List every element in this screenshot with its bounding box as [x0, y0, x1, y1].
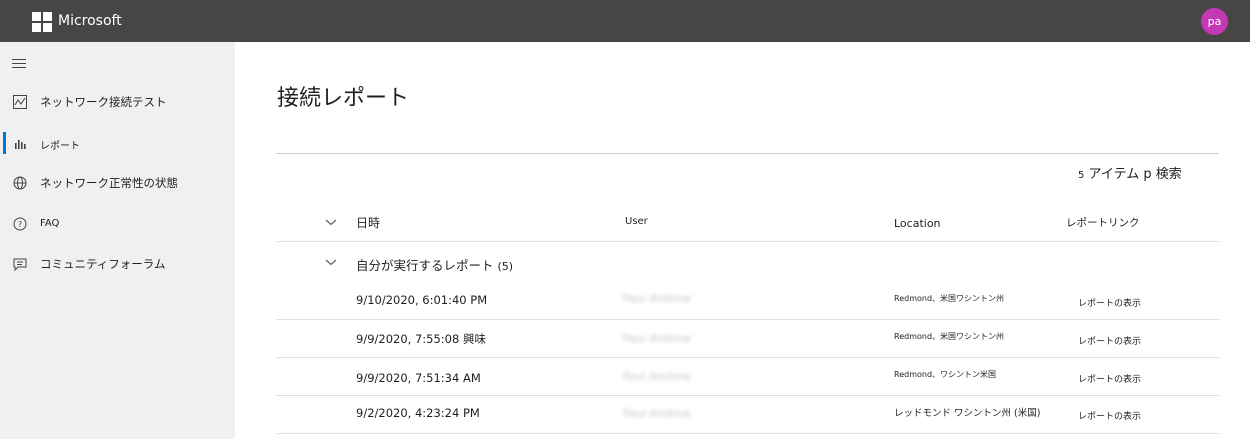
group-header[interactable]: 自分が実行するレポート (5)	[356, 255, 513, 274]
microsoft-logo-icon[interactable]	[32, 12, 52, 32]
svg-text:?: ?	[18, 220, 22, 229]
divider	[276, 357, 1219, 358]
brand-name[interactable]: Microsoft	[58, 13, 122, 29]
chevron-down-icon[interactable]	[325, 218, 337, 226]
question-circle-icon: ?	[13, 217, 27, 231]
chart-image-icon	[13, 95, 27, 109]
cell-user: Paul Andrew	[623, 292, 691, 305]
divider	[276, 433, 1219, 434]
cell-user: Paul Andrew	[623, 407, 691, 420]
cell-user: Paul Andrew	[623, 332, 691, 345]
view-report-link[interactable]: レポートの表示	[1078, 296, 1141, 309]
items-count: 5	[1078, 170, 1085, 181]
globe-health-icon	[13, 176, 27, 190]
sidebar-item-label: ネットワーク正常性の状態	[40, 176, 178, 190]
cell-datetime: 9/10/2020, 6:01:40 PM	[356, 293, 488, 307]
sidebar-item-community-forum[interactable]: コミュニティフォーラム	[0, 246, 235, 282]
cell-datetime: 9/9/2020, 7:51:34 AM	[356, 371, 481, 385]
chevron-down-icon[interactable]	[325, 258, 337, 266]
view-report-link[interactable]: レポートの表示	[1078, 334, 1141, 347]
view-report-link[interactable]: レポートの表示	[1078, 372, 1141, 385]
sidebar-item-network-health[interactable]: ネットワーク正常性の状態	[0, 165, 235, 201]
top-bar: Microsoft pa	[0, 0, 1250, 42]
active-indicator	[3, 132, 6, 154]
column-header-datetime[interactable]: 日時	[356, 214, 380, 231]
cell-location: Redmond、米国ワシントン州	[894, 294, 1005, 303]
divider	[276, 319, 1219, 320]
cell-location: Redmond、米国ワシントン州	[894, 332, 1005, 341]
column-header-location[interactable]: Location	[894, 217, 941, 230]
items-search-label: アイテム p 検索	[1088, 167, 1182, 182]
bar-chart-icon	[15, 140, 26, 149]
page-title: 接続レポート	[277, 86, 410, 111]
sidebar: ネットワーク接続テスト レポート ネットワーク正常性の状態 ? FAQ コミュニ…	[0, 42, 235, 439]
items-search[interactable]: 5 アイテム p 検索	[1078, 163, 1182, 182]
group-count: (5)	[497, 260, 514, 273]
divider	[276, 153, 1219, 154]
sidebar-item-label: コミュニティフォーラム	[40, 257, 166, 271]
cell-datetime: 9/2/2020, 4:23:24 PM	[356, 406, 480, 420]
sidebar-item-connectivity-test[interactable]: ネットワーク接続テスト	[0, 84, 235, 120]
column-header-report-link[interactable]: レポートリンク	[1066, 215, 1140, 230]
sidebar-item-faq[interactable]: ? FAQ	[0, 206, 235, 242]
chat-bubble-icon	[13, 258, 27, 272]
hamburger-menu-icon[interactable]	[12, 59, 26, 69]
cell-location: レッドモンド ワシントン州 (米国)	[894, 408, 1041, 419]
sidebar-item-label: ネットワーク接続テスト	[40, 95, 167, 109]
sidebar-item-label: FAQ	[40, 218, 60, 229]
cell-datetime: 9/9/2020, 7:55:08 興味	[356, 332, 486, 346]
view-report-link[interactable]: レポートの表示	[1078, 409, 1141, 422]
cell-user: Paul Andrew	[623, 370, 691, 383]
sidebar-item-reports[interactable]: レポート	[0, 125, 235, 161]
divider	[276, 395, 1219, 396]
group-label: 自分が実行するレポート	[356, 258, 494, 273]
avatar[interactable]: pa	[1201, 8, 1228, 35]
divider	[276, 241, 1219, 242]
sidebar-item-label: レポート	[40, 141, 80, 152]
cell-location: Redmond、ワシントン米国	[894, 370, 997, 379]
column-header-user[interactable]: User	[625, 216, 648, 227]
